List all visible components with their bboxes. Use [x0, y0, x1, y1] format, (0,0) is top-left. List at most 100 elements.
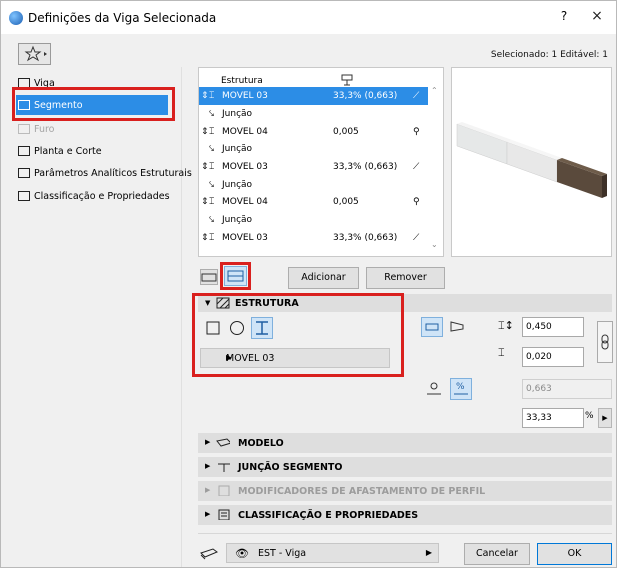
favorites-star-icon — [24, 45, 47, 62]
cancel-button[interactable]: Cancelar — [464, 543, 530, 565]
profile-icon: ⌶ — [209, 233, 215, 243]
classificacao-label: CLASSIFICAÇÃO E PROPRIEDADES — [238, 510, 419, 521]
nav-item-furo[interactable]: Furo — [18, 120, 54, 138]
chevron-right-icon: ▶ — [425, 548, 432, 557]
offset-modifier-icon — [218, 485, 230, 496]
hole-icon — [18, 124, 30, 134]
eye-icon: 👁 — [235, 547, 249, 560]
link-dimensions-button[interactable] — [597, 321, 613, 363]
favorites-button[interactable] — [18, 43, 51, 65]
width-field[interactable]: 0,020 — [522, 347, 584, 367]
svg-text:%: % — [456, 382, 465, 392]
profile-icon: ⌶ — [209, 127, 215, 137]
list-item[interactable]: ⤥ Junção — [199, 177, 428, 194]
nav-item-parametros[interactable]: Parâmetros Analíticos Estruturais — [18, 164, 192, 182]
title-bar: Definições da Viga Selecionada ? × — [1, 1, 616, 34]
table-row[interactable]: ⇕ ⌶ MOVEL 03 33,3% (0,663) ⟋ — [199, 158, 428, 176]
modificadores-section-header[interactable]: ▶ MODIFICADORES DE AFASTAMENTO DE PERFIL — [198, 481, 612, 501]
segment-highlight-box — [12, 87, 175, 121]
junction-icon: ⤥ — [209, 109, 215, 119]
layer-select[interactable]: 👁 EST - Viga ▶ — [226, 543, 439, 563]
nav-divider — [181, 67, 182, 567]
length-value-field: 0,663 — [522, 379, 612, 399]
shape-highlight-box — [220, 262, 251, 290]
scroll-down-icon[interactable]: ⌄ — [431, 240, 438, 249]
window-title: Definições da Viga Selecionada — [28, 11, 217, 25]
ok-button[interactable]: OK — [537, 543, 612, 565]
percent-menu-button[interactable]: ▶ — [598, 408, 612, 428]
layer-select-value: EST - Viga — [258, 548, 307, 559]
remove-segment-button[interactable]: Remover — [366, 267, 445, 289]
expand-triangle-icon: ▶ — [205, 438, 211, 446]
chevron-right-icon: ▶ — [602, 414, 608, 422]
structure-column-icon — [341, 74, 353, 86]
height-field[interactable]: 0,450 — [522, 317, 584, 337]
dialog-window: Definições da Viga Selecionada ? × Selec… — [0, 0, 617, 568]
trapezoid-section-button[interactable] — [447, 317, 469, 337]
percent-length-mode-button[interactable]: % — [450, 378, 472, 400]
scroll-up-icon[interactable]: ⌃ — [431, 86, 438, 95]
classificacao-section-header[interactable]: ▶ CLASSIFICAÇÃO E PROPRIEDADES — [198, 505, 612, 525]
expand-triangle-icon: ▶ — [205, 510, 211, 518]
chain-link-icon — [601, 334, 609, 350]
straight-segment-icon — [201, 273, 217, 282]
beam-3d-preview[interactable] — [451, 67, 612, 257]
junction-icon: ⤥ — [209, 215, 215, 225]
table-row[interactable]: ⇕ ⌶ MOVEL 03 33,3% (0,663) ⟋ — [199, 87, 428, 105]
add-segment-button[interactable]: Adicionar — [288, 267, 359, 289]
modelo-section-header[interactable]: ▶ MODELO — [198, 433, 612, 453]
junction-icon: ⤥ — [209, 180, 215, 190]
percent-field[interactable]: 33,33 — [522, 408, 584, 428]
junction-icon — [218, 463, 230, 472]
footer-separator — [198, 533, 612, 534]
structural-analysis-icon — [18, 168, 30, 178]
width-icon: ⌶ — [498, 346, 505, 359]
help-button[interactable]: ? — [554, 9, 574, 27]
height-icon: ⌶↕ — [498, 319, 514, 332]
percent-unit: % — [585, 411, 594, 421]
close-button[interactable]: × — [586, 8, 608, 28]
fixed-length-mode-button[interactable] — [424, 379, 446, 399]
estrutura-highlight-box — [192, 293, 404, 377]
selection-info: Selecionado: 1 Editável: 1 — [490, 50, 608, 60]
tapered-icon: ⟋ — [413, 91, 420, 101]
beam-preview-image — [456, 122, 607, 198]
table-row[interactable]: ⇕ ⌶ MOVEL 04 0,005 ⚲ — [199, 193, 428, 211]
profile-icon: ⌶ — [209, 91, 215, 101]
column-header-structure: Estrutura — [221, 76, 263, 86]
nav-item-label: Parâmetros Analíticos Estruturais — [34, 167, 192, 179]
straight-shape-button[interactable] — [200, 269, 218, 285]
junction-icon: ⤥ — [209, 144, 215, 154]
nav-item-classificacao[interactable]: Classificação e Propriedades — [18, 187, 170, 205]
beam-tool-icon — [200, 548, 218, 560]
table-row[interactable]: ⇕ ⌶ MOVEL 04 0,005 ⚲ — [199, 123, 428, 141]
juncao-section-header[interactable]: ▶ JUNÇÃO SEGMENTO — [198, 457, 612, 477]
list-item[interactable]: ⤥ Junção — [199, 106, 428, 123]
fixed-length-icon: ⚲ — [413, 127, 420, 137]
nav-item-label: Classificação e Propriedades — [34, 190, 170, 202]
expand-triangle-icon: ▶ — [205, 486, 211, 494]
app-icon — [9, 11, 23, 25]
nav-item-label: Furo — [34, 123, 55, 135]
list-item[interactable]: ⤥ Junção — [199, 141, 428, 158]
profile-icon: ⌶ — [209, 197, 215, 207]
list-scrollbar[interactable]: ⌃ ⌄ — [429, 84, 441, 254]
modificadores-label: MODIFICADORES DE AFASTAMENTO DE PERFIL — [238, 486, 486, 497]
juncao-label: JUNÇÃO SEGMENTO — [238, 462, 343, 473]
fixed-length-icon — [427, 382, 441, 395]
expand-triangle-icon: ▶ — [205, 462, 211, 470]
list-item[interactable]: ⤥ Junção — [199, 212, 428, 229]
rectangular-section-icon — [425, 323, 439, 331]
percent-icon: % — [454, 382, 468, 395]
table-row[interactable]: ⇕ ⌶ MOVEL 03 33,3% (0,663) ⟋ — [199, 229, 428, 247]
plan-section-icon — [18, 146, 30, 156]
rectangular-section-button[interactable] — [421, 317, 443, 337]
profile-icon: ⌶ — [209, 162, 215, 172]
tapered-icon: ⟋ — [413, 162, 420, 172]
classification-icon — [218, 509, 230, 520]
nav-item-planta-corte[interactable]: Planta e Corte — [18, 142, 102, 160]
nav-item-label: Planta e Corte — [34, 145, 102, 157]
tapered-icon: ⟋ — [413, 233, 420, 243]
model-icon — [216, 438, 230, 447]
segment-list[interactable]: Estrutura ⇕ ⌶ MOVEL 03 33,3% (0,663) ⟋ ⤥… — [198, 67, 444, 257]
